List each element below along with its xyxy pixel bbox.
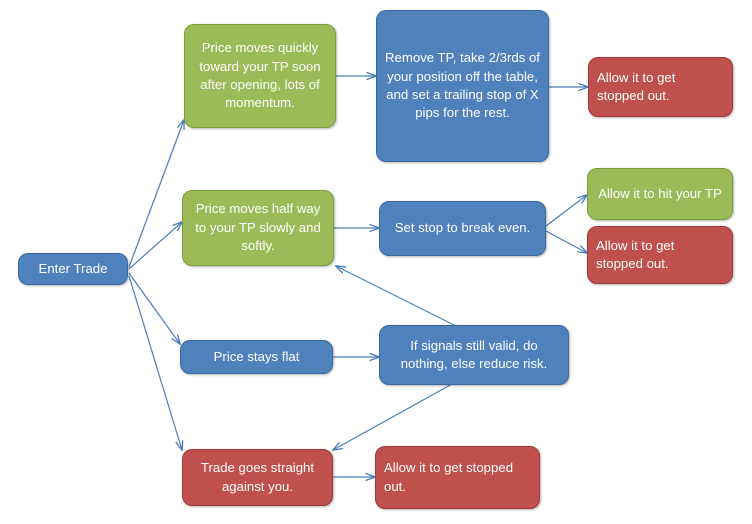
node-enter-trade[interactable]: Enter Trade xyxy=(18,253,128,285)
node-hit-tp[interactable]: Allow it to hit your TP xyxy=(587,168,733,220)
node-remove-tp-label: Remove TP, take 2/3rds of your position … xyxy=(385,50,540,121)
flowchart-canvas: Enter Trade Price moves quickly toward y… xyxy=(0,0,752,524)
node-price-stays-flat-label: Price stays flat xyxy=(213,348,300,364)
node-price-moves-quickly-label: Price moves quickly toward your TP soon … xyxy=(199,40,321,111)
node-stopped-out-bottom-label: Allow it to get stopped out. xyxy=(384,460,514,494)
node-break-even-label: Set stop to break even. xyxy=(394,220,531,236)
edge-enter-to-halfway xyxy=(128,222,182,270)
node-stopped-out-top[interactable]: Allow it to get stopped out. xyxy=(588,57,733,117)
node-price-stays-flat[interactable]: Price stays flat xyxy=(180,340,333,374)
node-stopped-out-top-label: Allow it to get stopped out. xyxy=(597,69,676,103)
edge-signals-to-halfway xyxy=(336,266,457,327)
edge-breakeven-to-stopped-mid xyxy=(545,230,587,253)
node-stopped-out-mid-label: Allow it to get stopped out. xyxy=(596,237,675,271)
node-price-half-way[interactable]: Price moves half way to your TP slowly a… xyxy=(182,190,334,266)
node-signals-valid[interactable]: If signals still valid, do nothing, else… xyxy=(379,325,569,385)
node-enter-trade-label: Enter Trade xyxy=(38,260,108,276)
edge-enter-to-flat xyxy=(128,272,180,344)
node-trade-against-label: Trade goes straight against you. xyxy=(200,460,315,494)
node-price-half-way-label: Price moves half way to your TP slowly a… xyxy=(195,201,321,254)
node-signals-valid-label: If signals still valid, do nothing, else… xyxy=(400,337,548,371)
edge-breakeven-to-hittp xyxy=(545,195,587,227)
edge-enter-to-against xyxy=(128,275,182,450)
node-stopped-out-mid[interactable]: Allow it to get stopped out. xyxy=(587,226,733,284)
edge-signals-to-against xyxy=(333,383,453,450)
node-trade-against[interactable]: Trade goes straight against you. xyxy=(182,449,333,506)
node-price-moves-quickly[interactable]: Price moves quickly toward your TP soon … xyxy=(184,24,336,128)
node-stopped-out-bottom[interactable]: Allow it to get stopped out. xyxy=(375,446,540,509)
edge-enter-to-quick xyxy=(128,120,184,268)
node-break-even[interactable]: Set stop to break even. xyxy=(379,201,546,256)
node-remove-tp[interactable]: Remove TP, take 2/3rds of your position … xyxy=(376,10,549,162)
node-hit-tp-label: Allow it to hit your TP xyxy=(598,185,722,201)
